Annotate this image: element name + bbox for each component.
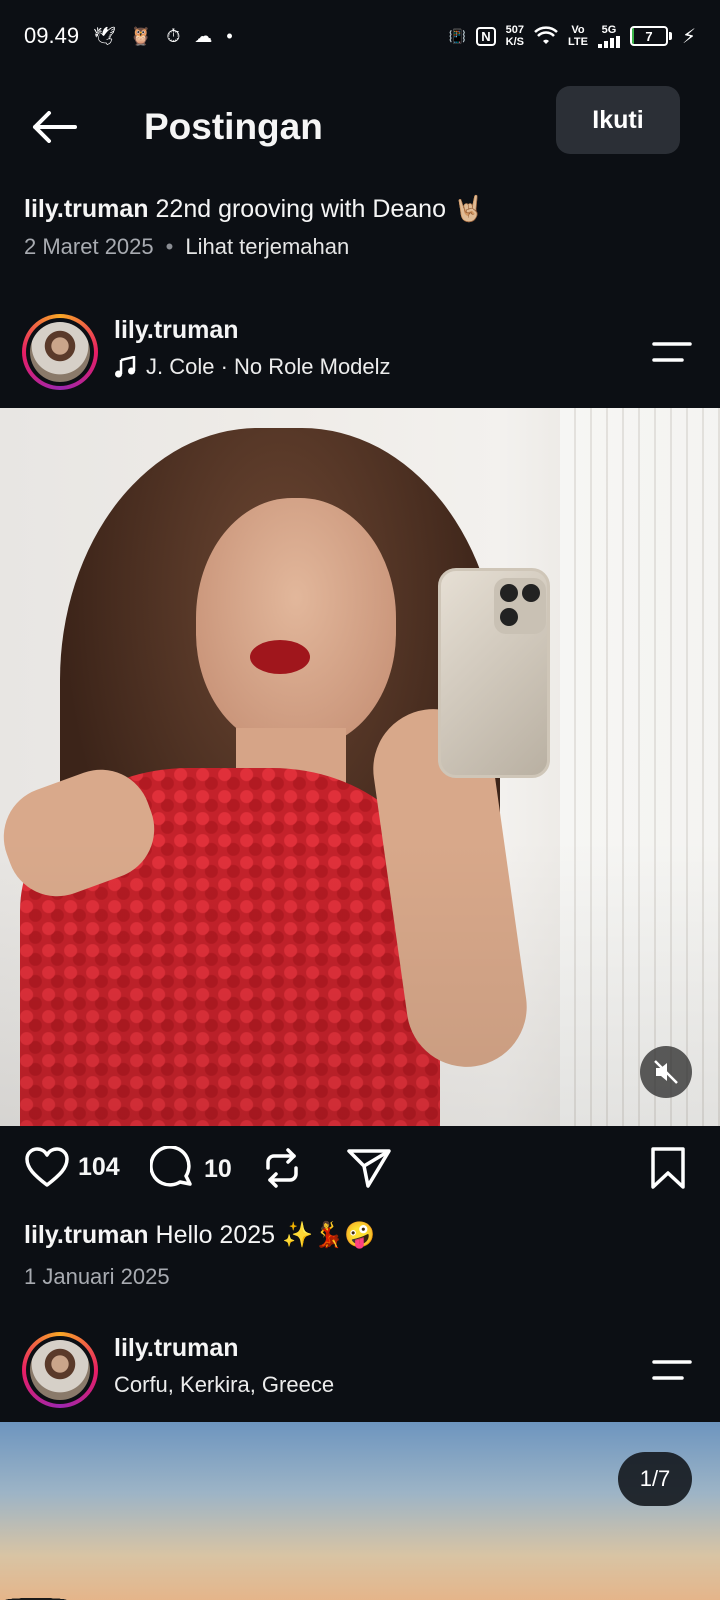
- music-note-icon: [115, 356, 136, 378]
- battery-indicator: 7: [629, 26, 672, 46]
- nfc-icon: N: [476, 26, 496, 46]
- back-arrow-icon[interactable]: [28, 104, 80, 150]
- comment-count: 10: [204, 1154, 232, 1183]
- see-translation-link[interactable]: Lihat terjemahan: [185, 234, 349, 260]
- caption-text: 22nd grooving with Deano 🤘🏼: [155, 195, 485, 223]
- battery-fill: [631, 28, 635, 44]
- caption-username[interactable]: lily.truman: [24, 195, 149, 223]
- battery-body: 7: [629, 26, 668, 46]
- caption-text: Hello 2025 ✨💃🤪: [155, 1221, 376, 1249]
- signal-bars-icon: [597, 36, 620, 48]
- heart-icon: [25, 1147, 69, 1187]
- menu-icon[interactable]: [652, 1358, 692, 1382]
- post-header: lily.truman Corfu, Kerkira, Greece: [0, 1328, 720, 1420]
- charging-icon: ⚡: [681, 25, 696, 48]
- mute-toggle-button[interactable]: [640, 1046, 692, 1098]
- post-photo[interactable]: [0, 1422, 720, 1600]
- audio-label: J. Cole · No Role Modelz: [146, 354, 391, 379]
- avatar[interactable]: [22, 314, 98, 390]
- caption-username[interactable]: lily.truman: [24, 1221, 149, 1249]
- bird-notification-icon: 🕊: [93, 25, 116, 46]
- status-right: 📳 N 507 K/S Vo LTE 5G 7 ⚡: [449, 24, 696, 49]
- header: Postingan Ikuti: [0, 82, 720, 172]
- signal-indicator: 5G: [597, 24, 620, 48]
- page-title: Postingan: [144, 106, 323, 147]
- caption-meta: 2 Maret 2025 • Lihat terjemahan: [24, 234, 696, 260]
- post-username[interactable]: lily.truman: [114, 1334, 239, 1363]
- top-caption: lily.truman 22nd grooving with Deano 🤘🏼 …: [24, 192, 696, 260]
- carousel-counter: 1/7: [618, 1452, 692, 1506]
- share-button[interactable]: [346, 1146, 392, 1190]
- timer-icon: ⏱: [166, 25, 181, 46]
- status-left: 09.49 🕊 🦉 ⏱ ☁ •: [24, 23, 233, 49]
- top-caption-line: lily.truman 22nd grooving with Deano 🤘🏼: [24, 192, 696, 226]
- menu-icon[interactable]: [652, 340, 692, 364]
- avatar-image: [30, 322, 90, 382]
- repost-button[interactable]: [262, 1146, 302, 1190]
- more-notifications-dot-icon: •: [226, 25, 233, 46]
- post-location[interactable]: Corfu, Kerkira, Greece: [114, 1372, 334, 1398]
- like-count: 104: [78, 1152, 120, 1181]
- muted-speaker-icon: [654, 1060, 678, 1084]
- wifi-icon: [534, 26, 558, 44]
- save-button[interactable]: [650, 1146, 686, 1190]
- owl-notification-icon: 🦉: [129, 25, 153, 46]
- caption-date: 2 Maret 2025: [24, 234, 154, 259]
- post-caption-line: lily.truman Hello 2025 ✨💃🤪: [24, 1218, 696, 1252]
- repost-icon: [266, 1148, 298, 1188]
- post-username[interactable]: lily.truman: [114, 316, 239, 345]
- bookmark-icon: [651, 1147, 685, 1189]
- comment-button[interactable]: 10: [150, 1146, 232, 1192]
- separator-dot: •: [165, 234, 174, 259]
- follow-button[interactable]: Ikuti: [556, 86, 680, 154]
- like-button[interactable]: 104: [24, 1146, 120, 1188]
- comment-bubble-icon: [150, 1146, 192, 1187]
- avatar[interactable]: [22, 1332, 98, 1408]
- status-bar: 09.49 🕊 🦉 ⏱ ☁ • 📳 N 507 K/S Vo LTE 5G 7: [0, 0, 720, 72]
- send-icon: [347, 1149, 391, 1188]
- avatar-image: [30, 1340, 90, 1400]
- status-time: 09.49: [24, 23, 80, 48]
- cloud-icon: ☁: [194, 25, 213, 46]
- volte-indicator: Vo LTE: [567, 24, 588, 48]
- post-caption: lily.truman Hello 2025 ✨💃🤪 1 Januari 202…: [24, 1218, 696, 1290]
- net-speed: 507 K/S: [505, 24, 524, 48]
- post-photo[interactable]: [0, 408, 720, 1126]
- post-header: lily.truman J. Cole · No Role Modelz: [0, 310, 720, 402]
- post-actions: 104 10: [0, 1142, 720, 1202]
- post-audio[interactable]: J. Cole · No Role Modelz: [114, 354, 391, 380]
- vibrate-icon: 📳: [448, 27, 467, 44]
- post-date: 1 Januari 2025: [24, 1264, 170, 1289]
